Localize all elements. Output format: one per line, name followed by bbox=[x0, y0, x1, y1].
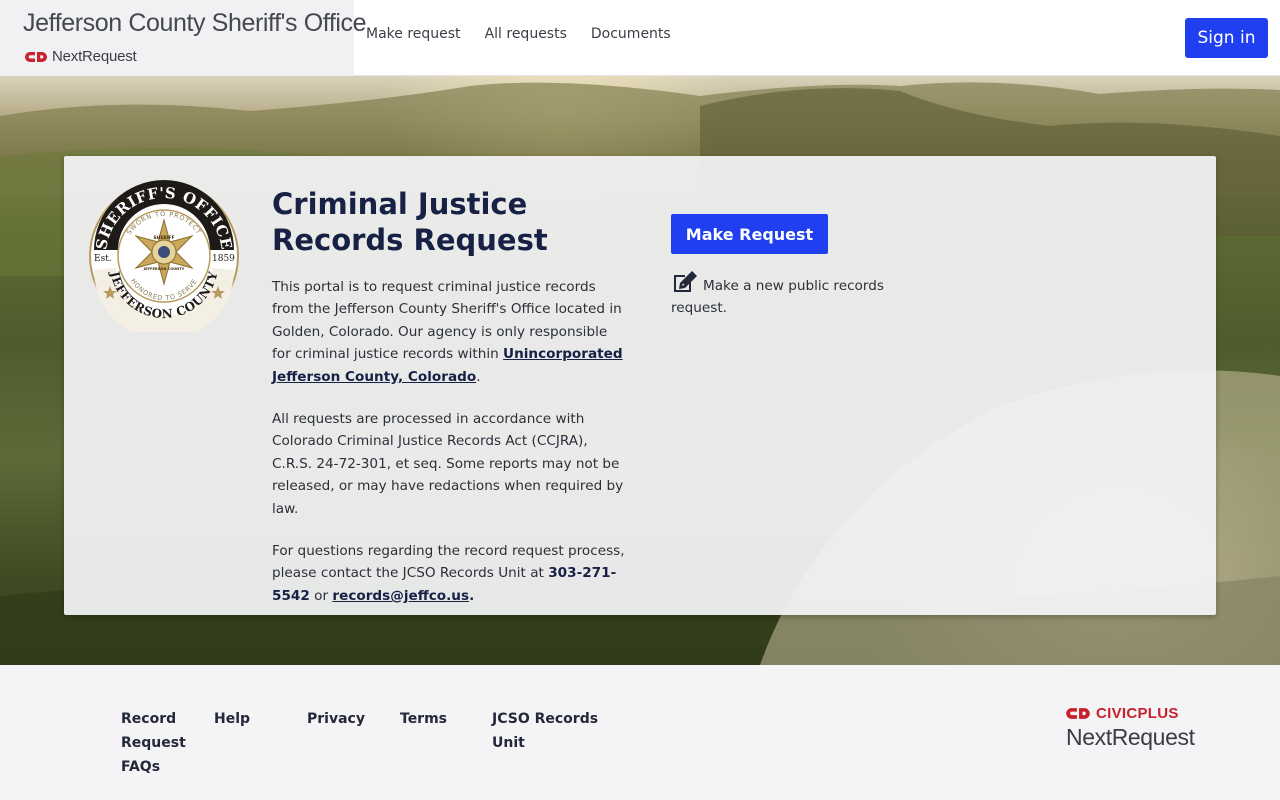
title-line-2: Records Request bbox=[272, 223, 548, 257]
nav-documents[interactable]: Documents bbox=[591, 26, 671, 42]
footer-link-jcso-records[interactable]: JCSO Records Unit bbox=[492, 707, 632, 779]
civicplus-nextrequest-logo[interactable]: CIVICPLUS NextRequest bbox=[1066, 705, 1195, 751]
footer-link-privacy[interactable]: Privacy bbox=[307, 707, 400, 779]
footer-link-help[interactable]: Help bbox=[214, 707, 307, 779]
intro-paragraph-2: All requests are processed in accordance… bbox=[272, 411, 624, 517]
sheriff-seal-logo: SHERIFF'S OFFICE JEFFERSON COUNTY SWORN … bbox=[89, 180, 239, 332]
make-request-button[interactable]: Make Request bbox=[671, 214, 828, 254]
footer-link-faqs[interactable]: Record Request FAQs bbox=[121, 707, 214, 779]
sign-in-button[interactable]: Sign in bbox=[1185, 18, 1268, 58]
civicplus-logo-icon bbox=[1066, 708, 1090, 719]
edit-icon bbox=[674, 271, 697, 292]
nextrequest-logo: NextRequest bbox=[25, 48, 137, 65]
civicplus-text: CIVICPLUS bbox=[1096, 705, 1179, 722]
intro-paragraph-1: This portal is to request criminal justi… bbox=[272, 276, 628, 388]
nav-all-requests[interactable]: All requests bbox=[485, 26, 567, 42]
product-name: NextRequest bbox=[52, 48, 137, 65]
p3-or: or bbox=[309, 587, 333, 604]
p3-end: . bbox=[469, 587, 475, 604]
site-header: Jefferson County Sheriff's Office NextRe… bbox=[0, 0, 1280, 76]
hero-background: SHERIFF'S OFFICE JEFFERSON COUNTY SWORN … bbox=[0, 76, 1280, 665]
seal-est: Est. bbox=[94, 254, 112, 264]
records-email-link[interactable]: records@jeffco.us bbox=[332, 588, 469, 604]
badge-top-text: SHERIFF bbox=[153, 235, 174, 241]
title-line-1: Criminal Justice bbox=[272, 187, 528, 221]
intro-copy: This portal is to request criminal justi… bbox=[272, 276, 628, 627]
cta-desc-text: Make a new public records request. bbox=[671, 278, 884, 317]
seal-year: 1859 bbox=[212, 254, 235, 264]
intro-paragraph-3: For questions regarding the record reque… bbox=[272, 540, 628, 607]
intro-panel: SHERIFF'S OFFICE JEFFERSON COUNTY SWORN … bbox=[64, 156, 1216, 615]
footer-link-terms[interactable]: Terms bbox=[400, 707, 492, 779]
nextrequest-text: NextRequest bbox=[1066, 724, 1195, 750]
org-title: Jefferson County Sheriff's Office bbox=[23, 9, 367, 37]
p1-end: . bbox=[476, 368, 481, 385]
page-title: Criminal Justice Records Request bbox=[272, 186, 602, 258]
make-request-description: Make a new public records request. bbox=[671, 270, 911, 320]
badge-bottom-text: JEFFERSON COUNTY bbox=[143, 267, 185, 271]
nav-make-request[interactable]: Make request bbox=[366, 26, 461, 42]
footer-links: Record Request FAQs Help Privacy Terms J… bbox=[121, 707, 632, 779]
civicplus-logo-icon bbox=[25, 51, 47, 62]
brand-block[interactable]: Jefferson County Sheriff's Office NextRe… bbox=[0, 0, 367, 76]
site-footer: Record Request FAQs Help Privacy Terms J… bbox=[0, 665, 1280, 800]
main-nav: Make request All requests Documents bbox=[366, 26, 671, 42]
